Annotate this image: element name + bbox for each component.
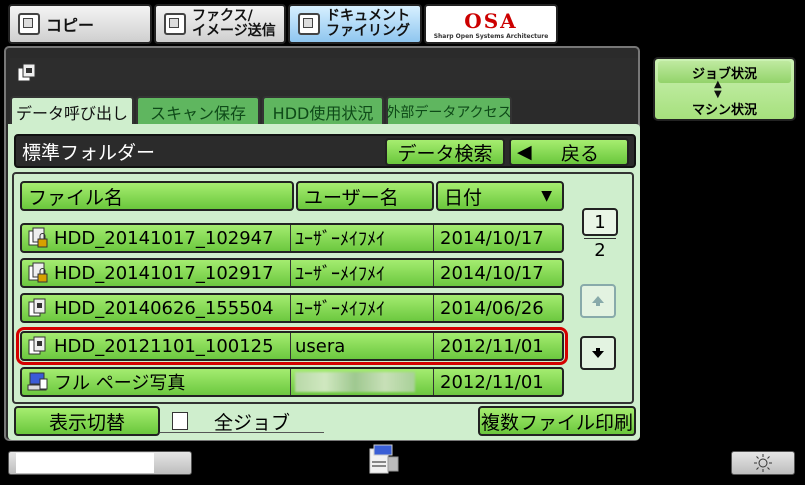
tab-fax-line2: イメージ送信 bbox=[192, 23, 276, 39]
back-button-label: 戻る bbox=[560, 142, 599, 165]
row-date: 2014/10/17 bbox=[440, 262, 544, 284]
tab-osa[interactable]: OSA Sharp Open Systems Architecture bbox=[424, 4, 558, 44]
row-filename: HDD_20141017_102947 bbox=[52, 225, 291, 251]
all-jobs-icon bbox=[172, 412, 188, 430]
tab-docfiling-line2: ファイリング bbox=[326, 23, 410, 39]
sort-down-icon: ▼ bbox=[541, 188, 552, 204]
row-filename: HDD_20140626_155504 bbox=[52, 295, 291, 321]
up-down-icon: ▲ ▼ bbox=[714, 79, 722, 100]
tab-hdd-usage[interactable]: HDD使用状況 bbox=[262, 96, 384, 126]
scroll-down-button[interactable] bbox=[580, 336, 616, 370]
tab-docfiling-line1: ドキュメント bbox=[326, 8, 410, 24]
doc-icon bbox=[28, 298, 46, 317]
all-jobs-label: 全ジョブ bbox=[214, 412, 291, 434]
arrow-up-icon bbox=[592, 296, 604, 306]
brightness-button[interactable] bbox=[731, 451, 795, 475]
row-date: 2014/10/17 bbox=[440, 227, 544, 249]
row-date: 2014/06/26 bbox=[440, 297, 544, 319]
tab-copy[interactable]: コピー bbox=[8, 4, 152, 44]
pc-doc-icon bbox=[27, 372, 48, 391]
row-user: ﾕｰｻﾞｰﾒｲﾌﾒｲ bbox=[291, 295, 434, 321]
display-toggle-button[interactable]: 表示切替 bbox=[14, 406, 160, 436]
table-row[interactable]: フル ページ写真 2012/11/01 bbox=[20, 367, 564, 397]
locked-doc-icon bbox=[28, 262, 48, 283]
panel-header bbox=[10, 58, 638, 90]
table-row-selected[interactable]: HDD_20121101_100125 usera 2012/11/01 bbox=[16, 327, 568, 365]
tab-external-data-access[interactable]: 外部データアクセス bbox=[386, 96, 512, 126]
column-header-date[interactable]: 日付 ▼ bbox=[436, 181, 564, 211]
tab-data-retrieve[interactable]: データ呼び出し bbox=[10, 96, 134, 126]
arrow-down-icon bbox=[592, 348, 604, 358]
blurred-username bbox=[295, 372, 415, 392]
data-search-button[interactable]: データ検索 bbox=[385, 138, 505, 166]
doc-icon bbox=[28, 336, 46, 355]
row-filename: フル ページ写真 bbox=[52, 369, 291, 395]
document-filing-icon bbox=[298, 13, 320, 35]
row-filename: HDD_20141017_102917 bbox=[52, 260, 291, 286]
tab-scan-save[interactable]: スキャン保存 bbox=[136, 96, 260, 126]
scroll-up-button[interactable] bbox=[580, 284, 616, 318]
row-user: usera bbox=[291, 333, 434, 359]
tab-fax-line1: ファクス/ bbox=[192, 8, 253, 24]
column-header-user[interactable]: ユーザー名 bbox=[296, 181, 434, 211]
all-jobs-underline bbox=[160, 432, 324, 433]
status-message-field bbox=[16, 453, 154, 473]
row-user: ﾕｰｻﾞｰﾒｲﾌﾒｲ bbox=[291, 225, 434, 251]
page-total: 2 bbox=[594, 240, 606, 261]
page-current-button[interactable]: 1 bbox=[582, 208, 618, 236]
tab-copy-label: コピー bbox=[46, 16, 95, 35]
fax-icon bbox=[164, 13, 186, 35]
copy-icon bbox=[18, 13, 40, 35]
osa-logo: OSA bbox=[464, 8, 518, 33]
machine-status-label: マシン状況 bbox=[691, 102, 757, 118]
row-date: 2012/11/01 bbox=[440, 371, 544, 393]
multi-file-print-button[interactable]: 複数ファイル印刷 bbox=[478, 406, 636, 436]
copier-activity-icon bbox=[369, 444, 399, 474]
column-header-date-label: 日付 bbox=[444, 186, 483, 209]
column-header-filename[interactable]: ファイル名 bbox=[20, 181, 294, 211]
locked-doc-icon bbox=[28, 227, 48, 248]
tab-fax-image-send[interactable]: ファクス/ イメージ送信 bbox=[154, 4, 286, 44]
document-filing-header-icon bbox=[17, 63, 36, 82]
osa-logo-subtitle: Sharp Open Systems Architecture bbox=[433, 32, 549, 40]
table-row[interactable]: HDD_20141017_102947 ﾕｰｻﾞｰﾒｲﾌﾒｲ 2014/10/1… bbox=[20, 223, 564, 253]
row-date: 2012/11/01 bbox=[440, 335, 544, 357]
tab-document-filing[interactable]: ドキュメント ファイリング bbox=[288, 4, 422, 44]
brightness-icon bbox=[754, 454, 772, 472]
row-user: ﾕｰｻﾞｰﾒｲﾌﾒｲ bbox=[291, 260, 434, 286]
table-row[interactable]: HDD_20141017_102917 ﾕｰｻﾞｰﾒｲﾌﾒｲ 2014/10/1… bbox=[20, 258, 564, 288]
back-arrow-icon: ◀ bbox=[517, 141, 532, 163]
folder-title: 標準フォルダー bbox=[22, 142, 156, 164]
row-filename: HDD_20121101_100125 bbox=[52, 333, 291, 359]
job-status-label: ジョブ状況 bbox=[658, 61, 791, 83]
page-separator bbox=[584, 238, 616, 239]
table-row[interactable]: HDD_20140626_155504 ﾕｰｻﾞｰﾒｲﾌﾒｲ 2014/06/2… bbox=[20, 293, 564, 323]
back-button[interactable]: ◀ 戻る bbox=[509, 138, 629, 166]
row-user-blurred bbox=[291, 369, 434, 395]
